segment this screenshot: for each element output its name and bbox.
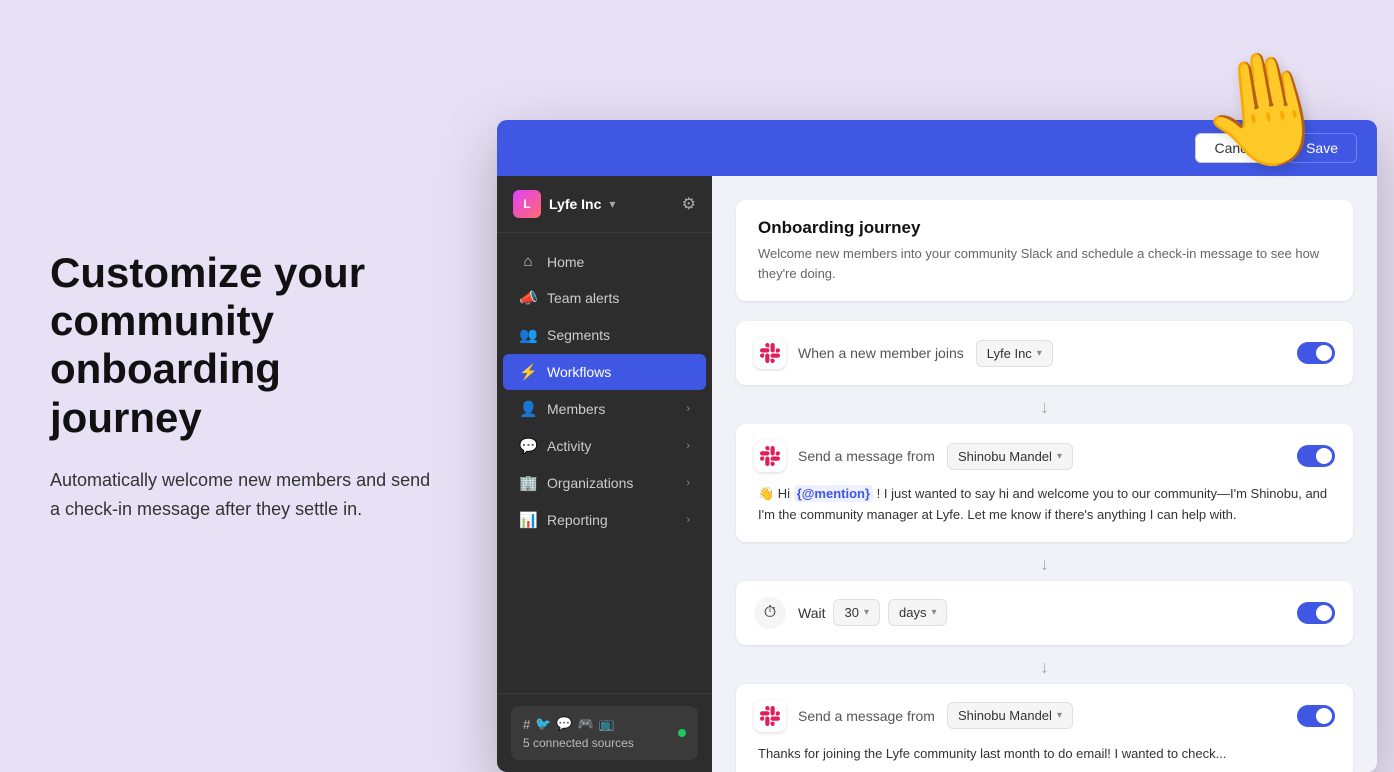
message-2-top: Send a message from Shinobu Mandel ▾ (754, 700, 1335, 732)
message-2-body: Thanks for joining the Lyfe community la… (754, 744, 1335, 765)
megaphone-icon: 📣 (519, 289, 537, 307)
chevron-right-icon: › (686, 440, 690, 452)
sidebar-item-label: Home (547, 254, 584, 270)
chat-source-icon: 💬 (556, 716, 572, 732)
mention-tag: {@mention} (794, 485, 873, 502)
members-icon: 👤 (519, 400, 537, 418)
message-1-body: 👋 Hi {@mention} ! I just wanted to say h… (754, 484, 1335, 526)
workflow-description: Welcome new members into your community … (758, 244, 1331, 283)
hand-decoration-icon: 🤚 (1189, 44, 1343, 176)
brand-chevron-icon: ▾ (609, 197, 615, 211)
message-2-card: Send a message from Shinobu Mandel ▾ Tha… (736, 684, 1353, 772)
connected-status-dot (678, 729, 686, 737)
twitter-source-icon: 🐦 (535, 716, 551, 732)
connected-sources[interactable]: # 🐦 💬 🎮 📺 5 connected sources (511, 706, 698, 760)
sidebar-item-activity[interactable]: 💬 Activity › (503, 428, 706, 464)
message-1-top: Send a message from Shinobu Mandel ▾ (754, 440, 1335, 472)
marketing-heading: Customize your community onboarding jour… (50, 249, 440, 442)
select-chevron-icon-4: ▾ (931, 607, 936, 618)
activity-icon: 💬 (519, 437, 537, 455)
wait-unit-select[interactable]: days ▾ (888, 599, 948, 626)
wait-number-select[interactable]: 30 ▾ (833, 599, 880, 626)
workflow-header-card: Onboarding journey Welcome new members i… (736, 200, 1353, 301)
left-section: Customize your community onboarding jour… (0, 0, 490, 772)
select-chevron-icon: ▾ (1037, 348, 1042, 359)
wait-label: Wait (798, 605, 825, 621)
connector-arrow-2: ↓ (736, 548, 1353, 581)
wait-controls: Wait 30 ▾ days ▾ (798, 599, 947, 626)
slack-icon-2 (754, 440, 786, 472)
wait-unit-value: days (899, 605, 926, 620)
sources-icons: # 🐦 💬 🎮 📺 (523, 716, 634, 732)
trigger-step-card: When a new member joins Lyfe Inc ▾ (736, 321, 1353, 385)
message-2-label: Send a message from (798, 708, 935, 724)
message-2-sender-value: Shinobu Mandel (958, 708, 1052, 723)
trigger-label: When a new member joins (798, 345, 964, 361)
message-1-card: Send a message from Shinobu Mandel ▾ 👋 H… (736, 424, 1353, 542)
sidebar-item-label: Activity (547, 438, 591, 454)
message-2-text: Thanks for joining the Lyfe community la… (758, 746, 1226, 761)
sidebar-item-label: Reporting (547, 512, 608, 528)
organizations-icon: 🏢 (519, 474, 537, 492)
sidebar-item-label: Members (547, 401, 605, 417)
app-window: Cancel Save L Lyfe Inc ▾ ⚙ ⌂ (497, 120, 1377, 772)
bolt-icon: ⚡ (519, 363, 537, 381)
wait-step-card: ⏱ Wait 30 ▾ days ▾ (736, 581, 1353, 645)
sidebar-item-workflows[interactable]: ⚡ Workflows (503, 354, 706, 390)
message-1-label: Send a message from (798, 448, 935, 464)
sources-count-label: 5 connected sources (523, 736, 634, 750)
select-chevron-icon-3: ▾ (864, 607, 869, 618)
sidebar-item-organizations[interactable]: 🏢 Organizations › (503, 465, 706, 501)
sidebar-item-label: Workflows (547, 364, 611, 380)
sidebar-item-label: Organizations (547, 475, 633, 491)
message-1-toggle[interactable] (1297, 445, 1335, 467)
brand-left: L Lyfe Inc ▾ (513, 190, 615, 218)
trigger-toggle[interactable] (1297, 342, 1335, 364)
wave-emoji: 👋 Hi (758, 486, 794, 501)
sidebar-footer: # 🐦 💬 🎮 📺 5 connected sources (497, 693, 712, 772)
brand-name: Lyfe Inc (549, 196, 601, 212)
slack-source-icon: # (523, 717, 530, 732)
sidebar-item-segments[interactable]: 👥 Segments (503, 317, 706, 353)
sidebar-item-label: Team alerts (547, 290, 619, 306)
sidebar-item-label: Segments (547, 327, 610, 343)
clock-icon: ⏱ (754, 597, 786, 629)
connector-arrow-1: ↓ (736, 391, 1353, 424)
wait-number-value: 30 (844, 605, 858, 620)
message-2-sender-select[interactable]: Shinobu Mandel ▾ (947, 702, 1073, 729)
sidebar-item-reporting[interactable]: 📊 Reporting › (503, 502, 706, 538)
segments-icon: 👥 (519, 326, 537, 344)
home-icon: ⌂ (519, 253, 537, 270)
sidebar-brand[interactable]: L Lyfe Inc ▾ ⚙ (497, 176, 712, 233)
workflow-title: Onboarding journey (758, 218, 1331, 238)
select-chevron-icon-2: ▾ (1057, 451, 1062, 462)
select-chevron-icon-5: ▾ (1057, 710, 1062, 721)
sidebar-item-team-alerts[interactable]: 📣 Team alerts (503, 280, 706, 316)
message-1-sender-value: Shinobu Mandel (958, 449, 1052, 464)
sidebar: L Lyfe Inc ▾ ⚙ ⌂ Home 📣 (497, 176, 712, 772)
youtube-source-icon: 📺 (599, 716, 615, 732)
chevron-right-icon: › (686, 514, 690, 526)
connector-arrow-3: ↓ (736, 651, 1353, 684)
trigger-workspace-value: Lyfe Inc (987, 346, 1032, 361)
slack-icon-3 (754, 700, 786, 732)
gear-icon[interactable]: ⚙ (682, 194, 696, 214)
sidebar-item-members[interactable]: 👤 Members › (503, 391, 706, 427)
message-1-sender-select[interactable]: Shinobu Mandel ▾ (947, 443, 1073, 470)
app-body: L Lyfe Inc ▾ ⚙ ⌂ Home 📣 (497, 176, 1377, 772)
message-2-toggle[interactable] (1297, 705, 1335, 727)
marketing-description: Automatically welcome new members and se… (50, 466, 440, 524)
chevron-right-icon: › (686, 403, 690, 415)
reporting-icon: 📊 (519, 511, 537, 529)
main-content: Onboarding journey Welcome new members i… (712, 176, 1377, 772)
wait-toggle[interactable] (1297, 602, 1335, 624)
chevron-right-icon: › (686, 477, 690, 489)
brand-avatar: L (513, 190, 541, 218)
sidebar-item-home[interactable]: ⌂ Home (503, 244, 706, 279)
sidebar-nav: ⌂ Home 📣 Team alerts 👥 Segments (497, 233, 712, 693)
slack-icon (754, 337, 786, 369)
trigger-workspace-select[interactable]: Lyfe Inc ▾ (976, 340, 1053, 367)
discord-source-icon: 🎮 (578, 716, 594, 732)
